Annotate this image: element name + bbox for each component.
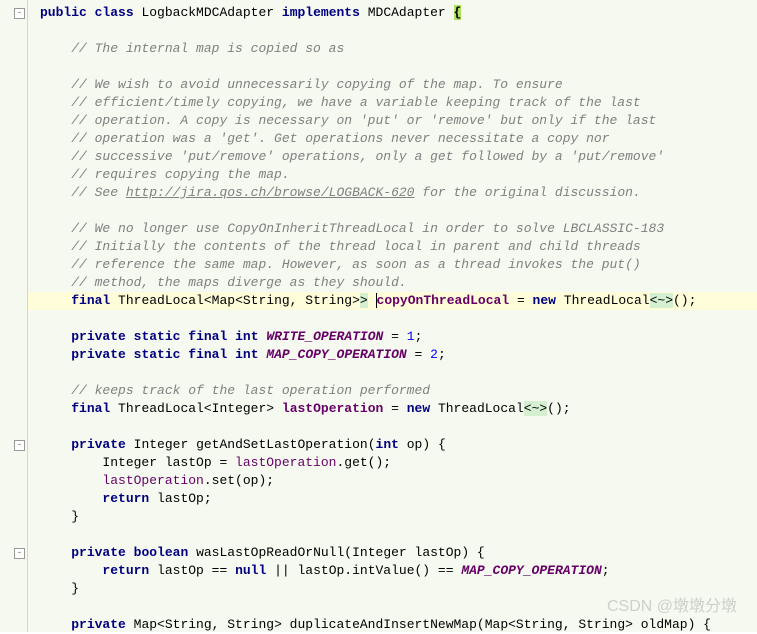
fold-class[interactable]: - [14, 8, 25, 19]
code-line[interactable]: private static final int WRITE_OPERATION… [0, 328, 757, 346]
code-line[interactable] [0, 598, 757, 616]
code-line[interactable]: } [0, 508, 757, 526]
code-line[interactable]: // successive 'put/remove' operations, o… [0, 148, 757, 166]
code-line-highlighted[interactable]: final ThreadLocal<Map<String, String>> c… [0, 292, 757, 310]
code-line[interactable]: lastOperation.set(op); [0, 472, 757, 490]
code-editor[interactable]: - - - public class LogbackMDCAdapter imp… [0, 0, 757, 632]
code-line[interactable]: // operation. A copy is necessary on 'pu… [0, 112, 757, 130]
code-line[interactable]: // The internal map is copied so as [0, 40, 757, 58]
code-line[interactable]: return lastOp == null || lastOp.intValue… [0, 562, 757, 580]
code-line[interactable]: // We wish to avoid unnecessarily copyin… [0, 76, 757, 94]
code-line[interactable]: private boolean wasLastOpReadOrNull(Inte… [0, 544, 757, 562]
code-line[interactable] [0, 22, 757, 40]
code-line[interactable]: // efficient/timely copying, we have a v… [0, 94, 757, 112]
code-line[interactable] [0, 310, 757, 328]
fold-method-2[interactable]: - [14, 548, 25, 559]
code-line[interactable]: // operation was a 'get'. Get operations… [0, 130, 757, 148]
code-line[interactable]: // method, the maps diverge as they shou… [0, 274, 757, 292]
code-line[interactable] [0, 526, 757, 544]
code-line[interactable] [0, 418, 757, 436]
code-line[interactable]: private Integer getAndSetLastOperation(i… [0, 436, 757, 454]
fold-method-1[interactable]: - [14, 440, 25, 451]
code-line[interactable]: // requires copying the map. [0, 166, 757, 184]
code-line[interactable]: private static final int MAP_COPY_OPERAT… [0, 346, 757, 364]
code-line[interactable] [0, 364, 757, 382]
code-line[interactable] [0, 202, 757, 220]
code-line[interactable] [0, 58, 757, 76]
code-line[interactable]: // We no longer use CopyOnInheritThreadL… [0, 220, 757, 238]
code-line[interactable]: private Map<String, String> duplicateAnd… [0, 616, 757, 634]
code-line[interactable]: public class LogbackMDCAdapter implement… [0, 4, 757, 22]
code-line[interactable]: // See http://jira.qos.ch/browse/LOGBACK… [0, 184, 757, 202]
code-line[interactable]: // keeps track of the last operation per… [0, 382, 757, 400]
code-line[interactable]: return lastOp; [0, 490, 757, 508]
code-line[interactable]: // reference the same map. However, as s… [0, 256, 757, 274]
gutter: - - - [0, 0, 28, 632]
code-line[interactable]: // Initially the contents of the thread … [0, 238, 757, 256]
code-line[interactable]: Integer lastOp = lastOperation.get(); [0, 454, 757, 472]
code-line[interactable]: } [0, 580, 757, 598]
code-line[interactable]: final ThreadLocal<Integer> lastOperation… [0, 400, 757, 418]
